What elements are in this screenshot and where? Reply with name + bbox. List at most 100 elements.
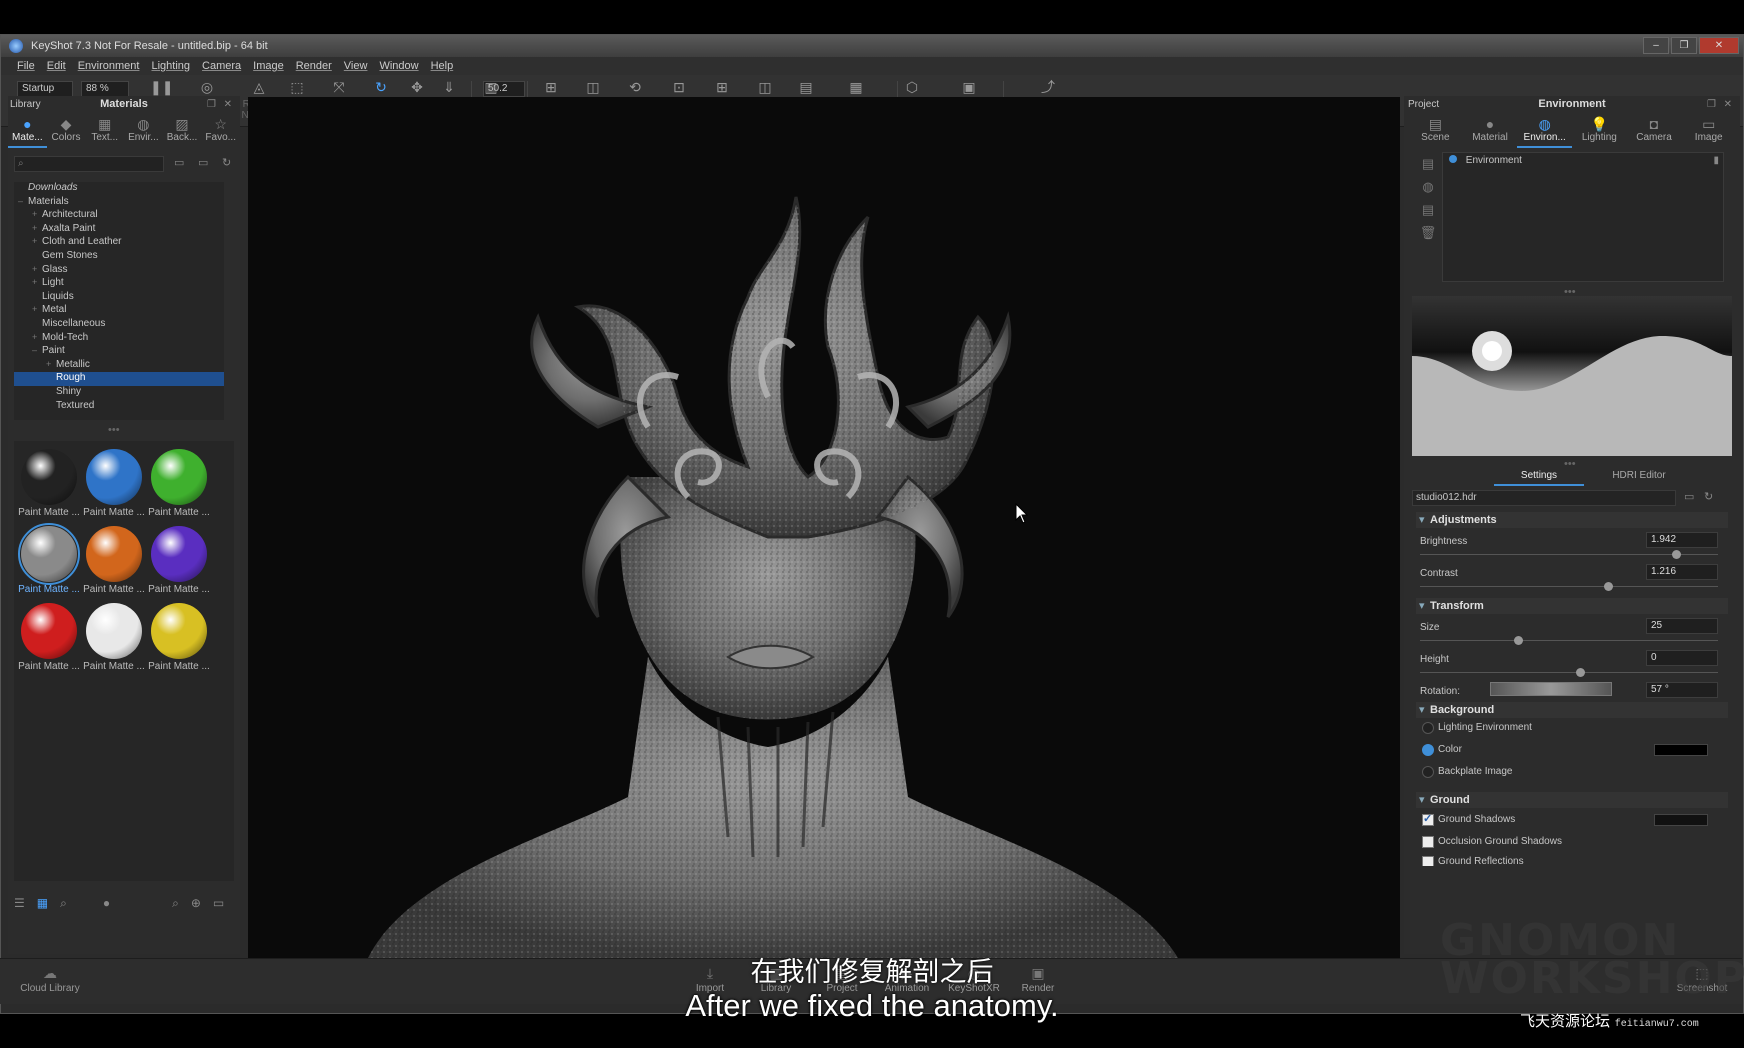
tree-item[interactable]: Liquids — [14, 291, 224, 305]
duplicate-env-icon[interactable]: ▤ — [1418, 152, 1438, 175]
copy-env-icon[interactable]: ▤ — [1418, 198, 1438, 221]
tree-item[interactable]: + Metallic — [14, 359, 224, 373]
folder-open-icon[interactable]: ▭ — [213, 896, 224, 910]
tab-favorites[interactable]: ☆ Favo... — [201, 112, 240, 148]
close-panel-icon[interactable]: ✕ — [1724, 99, 1732, 110]
occlusion-ground-shadows-checkbox[interactable]: Occlusion Ground Shadows — [1422, 836, 1562, 848]
contrast-input[interactable]: 1.216 — [1646, 564, 1718, 580]
lock-icon[interactable]: ▮ — [1713, 153, 1719, 169]
menu-camera[interactable]: Camera — [196, 60, 247, 72]
tree-item[interactable]: + Metal — [14, 304, 224, 318]
splitter-handle[interactable]: ••• — [108, 424, 120, 436]
height-input[interactable]: 0 — [1646, 650, 1718, 666]
shadow-color-swatch[interactable] — [1654, 814, 1708, 826]
reset-icon[interactable]: ↻ — [1704, 490, 1713, 503]
float-panel-icon[interactable]: ❐ — [207, 99, 216, 110]
expand-toggle-icon[interactable]: + — [32, 223, 42, 233]
material-thumbnail[interactable]: Paint Matte ... — [83, 524, 145, 598]
transform-section[interactable]: Transform — [1416, 598, 1728, 614]
environment-list-item[interactable]: Environment ▮ — [1443, 153, 1723, 169]
expand-toggle-icon[interactable]: + — [32, 236, 42, 246]
tab-lighting[interactable]: 💡 Lighting — [1572, 112, 1627, 148]
menu-view[interactable]: View — [338, 60, 374, 72]
menu-render[interactable]: Render — [290, 60, 338, 72]
expand-toggle-icon[interactable]: + — [32, 304, 42, 314]
tab-hdri-editor[interactable]: HDRI Editor — [1594, 470, 1684, 481]
find-icon[interactable]: ⌕ — [172, 896, 179, 911]
menu-lighting[interactable]: Lighting — [145, 60, 196, 72]
close-button[interactable]: ✕ — [1699, 37, 1739, 54]
menu-file[interactable]: File — [11, 60, 41, 72]
thumbnail-size-icon[interactable]: ● — [103, 896, 110, 910]
add-env-icon[interactable]: ◍ — [1418, 175, 1438, 198]
tree-item[interactable]: Rough — [14, 372, 224, 386]
size-knob[interactable] — [1514, 636, 1523, 645]
add-folder-icon[interactable]: ▭ — [198, 156, 208, 169]
tab-environment[interactable]: ◍ Environ... — [1517, 112, 1573, 148]
expand-toggle-icon[interactable]: – — [32, 345, 42, 355]
material-thumbnail[interactable]: Paint Matte ... — [83, 601, 145, 675]
height-slider[interactable]: Height 0 — [1416, 650, 1726, 680]
material-thumbnail[interactable]: Paint Matte ... — [148, 447, 210, 521]
delete-env-icon[interactable]: 🗑 — [1418, 221, 1438, 244]
expand-toggle-icon[interactable]: + — [32, 264, 42, 274]
material-thumbnail[interactable]: Paint Matte ... — [148, 601, 210, 675]
close-panel-icon[interactable]: ✕ — [224, 99, 232, 110]
tree-item[interactable]: – Materials — [14, 196, 224, 210]
ground-reflections-checkbox[interactable]: Ground Reflections — [1422, 856, 1524, 866]
tab-textures[interactable]: ▦ Text... — [85, 112, 124, 148]
maximize-button[interactable]: ❐ — [1671, 37, 1697, 54]
brightness-slider[interactable]: Brightness 1.942 — [1416, 532, 1726, 562]
material-thumbnail[interactable]: Paint Matte ... — [18, 601, 80, 675]
splitter-handle[interactable]: ••• — [1564, 458, 1576, 470]
refresh-icon[interactable]: ↻ — [222, 156, 231, 169]
tree-item[interactable]: Miscellaneous — [14, 318, 224, 332]
menu-window[interactable]: Window — [373, 60, 424, 72]
tree-item[interactable]: Gem Stones — [14, 250, 224, 264]
menu-image[interactable]: Image — [247, 60, 290, 72]
contrast-slider[interactable]: Contrast 1.216 — [1416, 564, 1726, 594]
tree-item[interactable]: – Paint — [14, 345, 224, 359]
tab-environments[interactable]: ◍ Envir... — [124, 112, 163, 148]
tab-camera[interactable]: ◘ Camera — [1627, 112, 1682, 148]
material-thumbnail[interactable]: Paint Matte ... — [83, 447, 145, 521]
tree-item[interactable]: Shiny — [14, 386, 224, 400]
tree-item[interactable]: + Axalta Paint — [14, 223, 224, 237]
hdri-preview[interactable] — [1412, 296, 1732, 456]
brightness-input[interactable]: 1.942 — [1646, 532, 1718, 548]
tree-item[interactable]: + Mold-Tech — [14, 332, 224, 346]
render-viewport[interactable] — [248, 97, 1400, 958]
tree-item[interactable]: + Glass — [14, 264, 224, 278]
size-input[interactable]: 25 — [1646, 618, 1718, 634]
list-view-icon[interactable]: ☰ — [14, 896, 25, 910]
float-panel-icon[interactable]: ❐ — [1707, 99, 1716, 110]
tree-item[interactable]: + Architectural — [14, 209, 224, 223]
expand-toggle-icon[interactable]: + — [32, 277, 42, 287]
tab-settings[interactable]: Settings — [1494, 470, 1584, 486]
background-section[interactable]: Background — [1416, 702, 1728, 718]
open-folder-icon[interactable]: ▭ — [1684, 490, 1694, 503]
radio-lighting-environment[interactable]: Lighting Environment — [1422, 722, 1532, 734]
tab-material[interactable]: ● Material — [1463, 112, 1518, 148]
background-color-swatch[interactable] — [1654, 744, 1708, 756]
radio-color[interactable]: Color — [1422, 744, 1462, 756]
tab-materials[interactable]: ● Mate... — [8, 112, 47, 148]
grid-view-icon[interactable]: ▦ — [37, 896, 48, 910]
radio-backplate-image[interactable]: Backplate Image — [1422, 766, 1513, 778]
hdr-file-field[interactable]: studio012.hdr — [1412, 490, 1676, 506]
menu-environment[interactable]: Environment — [72, 60, 146, 72]
tab-backplates[interactable]: ▨ Back... — [163, 112, 202, 148]
tree-item[interactable]: Downloads — [14, 182, 224, 196]
library-search-input[interactable]: ⌕ — [14, 156, 164, 172]
folder-icon[interactable]: ▭ — [174, 156, 184, 169]
material-thumbnail[interactable]: Paint Matte ... — [18, 523, 80, 598]
rotation-dial[interactable] — [1490, 682, 1612, 696]
minimize-button[interactable]: – — [1643, 37, 1669, 54]
expand-toggle-icon[interactable]: + — [32, 209, 42, 219]
upload-icon[interactable]: ⊕ — [191, 896, 201, 910]
rotation-input[interactable]: 57 ° — [1646, 682, 1718, 698]
size-slider[interactable]: Size 25 — [1416, 618, 1726, 648]
menu-edit[interactable]: Edit — [41, 60, 72, 72]
height-knob[interactable] — [1576, 668, 1585, 677]
tree-item[interactable]: + Light — [14, 277, 224, 291]
